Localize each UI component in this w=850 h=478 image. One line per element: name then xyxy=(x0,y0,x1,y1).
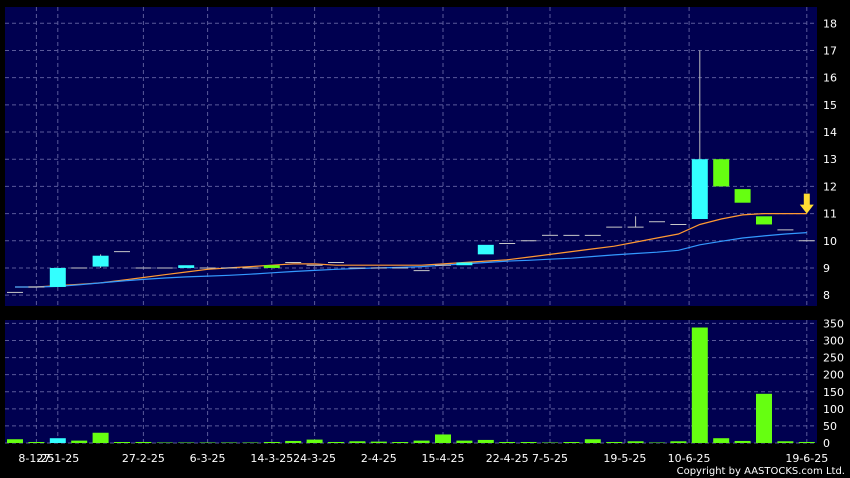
volume-tick-label: 100 xyxy=(823,403,844,416)
volume-bar xyxy=(71,440,88,443)
volume-bar xyxy=(242,442,259,443)
candle-body xyxy=(263,265,280,268)
volume-bar xyxy=(584,439,601,443)
candle-body xyxy=(456,262,473,266)
volume-bar xyxy=(392,442,409,443)
price-tick-label: 9 xyxy=(823,262,830,275)
candle-body xyxy=(92,255,109,267)
stock-chart: 8 9 10 11 12 13 14 15 16 17 18 0 50 100 150 200 250 300 3… xyxy=(0,0,850,478)
volume-bar xyxy=(670,441,687,443)
copyright-text: Copyright by AASTOCKS.com Ltd. xyxy=(677,466,845,477)
volume-bar xyxy=(435,434,451,443)
volume-bar xyxy=(28,442,45,443)
volume-bar xyxy=(649,442,665,443)
candle-body xyxy=(713,159,730,187)
x-tick-label: 7-5-25 xyxy=(532,452,568,465)
volume-bar xyxy=(798,441,815,443)
candle-body xyxy=(756,216,772,225)
x-tick-label: 19-6-25 xyxy=(785,452,828,465)
volume-bar xyxy=(713,438,730,443)
price-tick-label: 15 xyxy=(823,99,837,112)
volume-bar xyxy=(477,439,494,443)
volume-bar xyxy=(499,442,516,443)
volume-bar xyxy=(328,441,344,443)
volume-bar xyxy=(606,441,623,443)
volume-bar xyxy=(413,440,430,443)
price-tick-label: 11 xyxy=(823,208,837,221)
price-panel: 8 9 10 11 12 13 14 15 16 17 18 xyxy=(5,7,837,306)
volume-bar xyxy=(178,442,195,443)
volume-bar xyxy=(777,441,794,443)
volume-tick-label: 250 xyxy=(823,352,844,365)
candle-body xyxy=(49,267,66,287)
x-tick-label: 14-3-25 xyxy=(250,452,293,465)
price-tick-label: 18 xyxy=(823,17,837,30)
price-tick-label: 10 xyxy=(823,235,837,248)
candle-body xyxy=(734,189,751,203)
x-tick-label: 2-4-25 xyxy=(361,452,397,465)
x-tick-label: 6-3-25 xyxy=(190,452,226,465)
volume-bar xyxy=(734,440,751,443)
price-tick-label: 14 xyxy=(823,126,837,139)
x-tick-label: 27-1-25 xyxy=(36,452,79,465)
candle-body xyxy=(691,159,708,220)
volume-bar xyxy=(542,442,558,443)
price-background xyxy=(5,7,817,306)
volume-bar xyxy=(221,442,237,443)
volume-bar xyxy=(135,441,152,443)
volume-tick-label: 0 xyxy=(823,437,830,450)
volume-bar xyxy=(49,438,66,443)
volume-bar xyxy=(92,432,109,443)
volume-bar xyxy=(263,441,280,443)
volume-tick-label: 50 xyxy=(823,420,837,433)
x-tick-label: 15-4-25 xyxy=(422,452,465,465)
volume-bar xyxy=(370,441,387,443)
volume-bar xyxy=(7,439,23,443)
volume-bar xyxy=(349,441,366,443)
price-tick-label: 17 xyxy=(823,44,837,57)
volume-tick-label: 150 xyxy=(823,386,844,399)
candle-body xyxy=(178,265,195,268)
volume-tick-label: 200 xyxy=(823,369,844,382)
volume-bar xyxy=(756,393,772,443)
volume-bar xyxy=(456,440,473,443)
volume-bar xyxy=(156,442,173,443)
candle-body xyxy=(477,244,494,255)
volume-tick-label: 350 xyxy=(823,317,844,330)
volume-panel: 0 50 100 150 200 250 300 350 xyxy=(5,317,844,450)
price-tick-label: 16 xyxy=(823,72,837,85)
x-tick-label: 22-4-25 xyxy=(486,452,529,465)
volume-bar xyxy=(285,440,302,443)
price-tick-label: 13 xyxy=(823,153,837,166)
volume-tick-label: 300 xyxy=(823,335,844,348)
volume-bar xyxy=(199,442,216,443)
price-tick-label: 12 xyxy=(823,180,837,193)
x-axis: 8-1-2527-1-25 27-2-25 6-3-25 14-3-25 24-3-25… xyxy=(18,452,828,465)
volume-bar xyxy=(306,439,323,443)
volume-bar xyxy=(691,327,708,443)
price-tick-label: 8 xyxy=(823,289,830,302)
x-tick-label: 24-3-25 xyxy=(293,452,336,465)
volume-bar xyxy=(627,441,644,443)
volume-bar xyxy=(563,442,580,443)
volume-bar xyxy=(520,442,537,443)
x-tick-label: 27-2-25 xyxy=(122,452,165,465)
x-tick-label: 19-5-25 xyxy=(603,452,646,465)
volume-bar xyxy=(114,442,130,443)
x-tick-label: 10-6-25 xyxy=(668,452,711,465)
